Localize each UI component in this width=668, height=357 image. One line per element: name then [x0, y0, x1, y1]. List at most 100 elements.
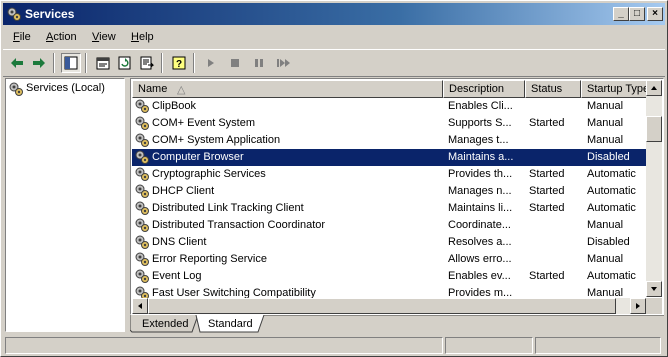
cell-name: DHCP Client: [152, 185, 215, 197]
menu-file[interactable]: File: [13, 31, 31, 43]
pause-service-button[interactable]: [249, 53, 269, 73]
service-gear-icon: [135, 269, 149, 283]
close-button[interactable]: ×: [647, 7, 663, 21]
menu-help[interactable]: Help: [131, 31, 154, 43]
scroll-up-button[interactable]: [646, 80, 662, 96]
cell-status: Started: [529, 185, 565, 197]
cell-description: Maintains li...: [448, 202, 513, 214]
column-header-startup-type[interactable]: Startup Type: [581, 80, 647, 98]
tab-standard[interactable]: Standard: [198, 315, 262, 332]
table-row[interactable]: ClipBook Enables Cli... Manual: [132, 98, 646, 115]
table-row[interactable]: Computer Browser Maintains a... Disabled: [132, 149, 646, 166]
table-row[interactable]: Event Log Enables ev... Started Automatic: [132, 268, 646, 285]
table-row[interactable]: COM+ Event System Supports S... Started Man…: [132, 115, 646, 132]
cell-startup: Manual: [587, 134, 624, 146]
arrow-left-icon: [138, 303, 142, 309]
menu-action[interactable]: Action: [46, 31, 77, 43]
table-row[interactable]: Cryptographic Services Provides th... Star…: [132, 166, 646, 183]
start-service-button[interactable]: [201, 53, 221, 73]
tree-node-label: Services (Local): [26, 82, 105, 94]
column-header-status[interactable]: Status: [525, 80, 581, 98]
forward-button[interactable]: [29, 53, 49, 73]
refresh-icon: [118, 56, 131, 70]
cell-description: Manages t...: [448, 134, 509, 146]
arrow-down-icon: [651, 287, 657, 291]
table-row[interactable]: Distributed Transaction Coordinator Coord…: [132, 217, 646, 234]
restart-service-icon: [277, 59, 290, 67]
cell-name: DNS Client: [152, 236, 207, 248]
sort-ascending-icon: △: [177, 84, 186, 96]
table-row[interactable]: Error Reporting Service Allows erro... Man…: [132, 251, 646, 268]
table-row[interactable]: Fast User Switching Compatibility Provide…: [132, 285, 646, 298]
refresh-button[interactable]: [115, 53, 135, 73]
cell-startup: Manual: [587, 253, 624, 265]
cell-description: Allows erro...: [448, 253, 512, 265]
stop-service-button[interactable]: [225, 53, 245, 73]
vertical-scroll-thumb[interactable]: [646, 116, 662, 142]
menu-view[interactable]: View: [92, 31, 116, 43]
vertical-scrollbar[interactable]: [646, 80, 662, 297]
help-button[interactable]: ?: [169, 53, 189, 73]
status-bar: [3, 335, 665, 355]
back-button[interactable]: [7, 53, 27, 73]
table-row[interactable]: DNS Client Resolves a... Disabled: [132, 234, 646, 251]
horizontal-scroll-thumb[interactable]: [148, 298, 616, 314]
properties-button[interactable]: [93, 53, 113, 73]
cell-startup: Manual: [587, 117, 624, 129]
title-bar[interactable]: Services _ □ ×: [3, 3, 665, 25]
toolbar-separator: [53, 53, 55, 73]
status-panel-3: [535, 337, 661, 354]
tab-extended-label: Extended: [142, 318, 189, 330]
cell-startup: Manual: [587, 100, 624, 112]
help-icon: ?: [172, 56, 186, 70]
cell-status: Started: [529, 202, 565, 214]
cell-name: Computer Browser: [152, 151, 244, 163]
horizontal-scrollbar[interactable]: [132, 298, 646, 314]
window-title: Services: [25, 7, 75, 21]
menu-bar: File Action View Help: [3, 27, 665, 47]
scroll-right-button[interactable]: [630, 298, 646, 314]
arrow-right-icon: [636, 303, 640, 309]
cell-name: Cryptographic Services: [152, 168, 266, 180]
cell-startup: Manual: [587, 287, 624, 298]
column-header-description[interactable]: Description: [443, 80, 525, 98]
toolbar-separator: [85, 53, 87, 73]
scroll-down-button[interactable]: [646, 281, 662, 297]
tab-extended[interactable]: Extended: [130, 315, 196, 332]
restart-service-button[interactable]: [273, 53, 293, 73]
properties-icon: [96, 57, 110, 70]
export-list-button[interactable]: [137, 53, 157, 73]
table-row[interactable]: DHCP Client Manages n... Started Automatic: [132, 183, 646, 200]
cell-name: Event Log: [152, 270, 202, 282]
table-row[interactable]: Distributed Link Tracking Client Maintain…: [132, 200, 646, 217]
cell-startup: Automatic: [587, 270, 636, 282]
cell-status: Started: [529, 168, 565, 180]
cell-startup: Automatic: [587, 202, 636, 214]
service-gear-icon: [135, 235, 149, 249]
minimize-button[interactable]: _: [613, 7, 629, 21]
status-panel-2: [445, 337, 533, 354]
table-row[interactable]: COM+ System Application Manages t... Manua…: [132, 132, 646, 149]
cell-description: Provides m...: [448, 287, 513, 298]
svg-text:?: ?: [176, 59, 182, 70]
column-header-name[interactable]: Name △: [132, 80, 443, 98]
cell-name: COM+ System Application: [152, 134, 281, 146]
maximize-button[interactable]: □: [629, 7, 645, 21]
column-header-name-label: Name: [138, 83, 168, 95]
stop-service-icon: [231, 59, 239, 67]
pause-service-icon: [255, 59, 263, 67]
services-gear-icon: [9, 82, 23, 96]
cell-name: Distributed Transaction Coordinator: [152, 219, 326, 231]
cell-description: Provides th...: [448, 168, 513, 180]
cell-startup: Disabled: [587, 236, 630, 248]
scroll-left-button[interactable]: [132, 298, 148, 314]
back-arrow-icon: [11, 58, 23, 68]
show-hide-tree-button[interactable]: [61, 53, 81, 73]
cell-startup: Automatic: [587, 185, 636, 197]
column-header-status-label: Status: [531, 83, 563, 95]
service-gear-icon: [135, 218, 149, 232]
toolbar: ?: [3, 49, 665, 77]
cell-description: Supports S...: [448, 117, 512, 129]
services-gear-icon: [7, 7, 21, 21]
cell-name: Distributed Link Tracking Client: [152, 202, 304, 214]
